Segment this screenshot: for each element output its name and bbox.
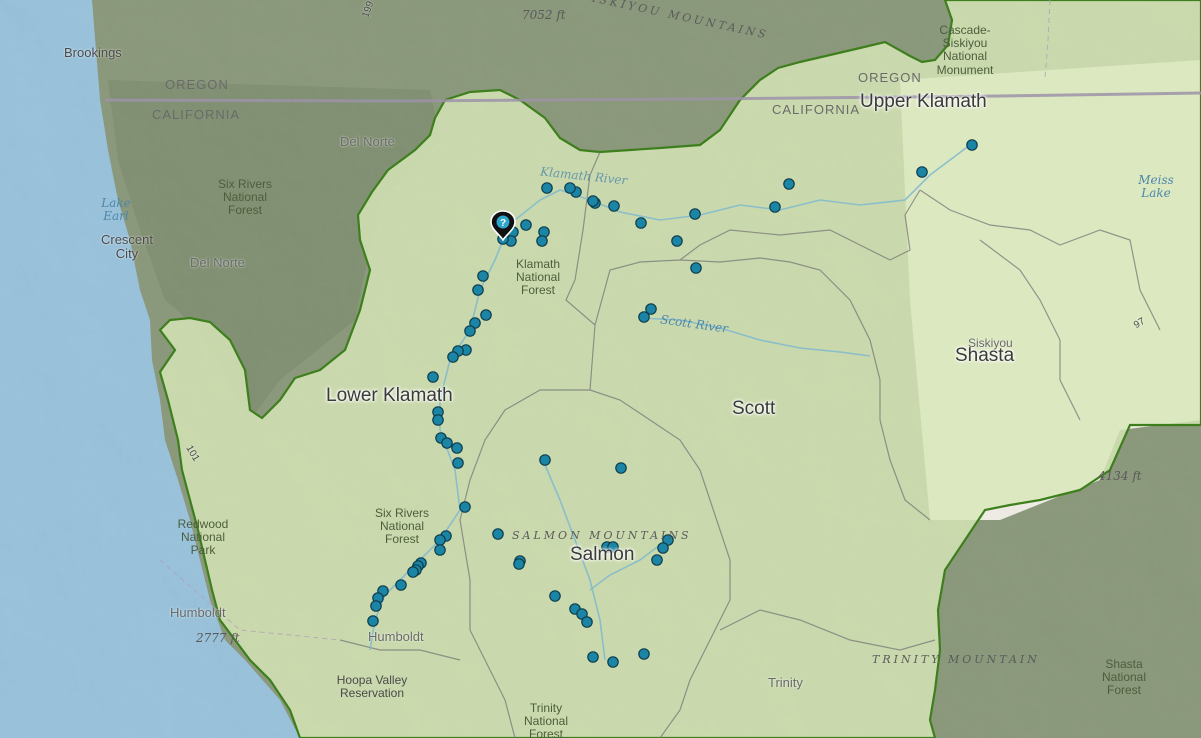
site-point-icon[interactable]	[395, 579, 407, 591]
site-point-icon[interactable]	[587, 651, 599, 663]
site-point-icon[interactable]	[472, 284, 484, 296]
site-point-icon[interactable]	[638, 648, 650, 660]
site-point-icon[interactable]	[657, 542, 669, 554]
site-point-icon[interactable]	[536, 235, 548, 247]
site-point-icon[interactable]	[635, 217, 647, 229]
site-point-icon[interactable]	[447, 351, 459, 363]
site-point-icon[interactable]	[783, 178, 795, 190]
site-point-icon[interactable]	[434, 544, 446, 556]
site-point-icon[interactable]	[651, 554, 663, 566]
site-point-icon[interactable]	[615, 462, 627, 474]
site-point-icon[interactable]	[432, 414, 444, 426]
site-point-icon[interactable]	[690, 262, 702, 274]
site-point-icon[interactable]	[671, 235, 683, 247]
site-point-icon[interactable]	[549, 590, 561, 602]
site-point-icon[interactable]	[607, 656, 619, 668]
site-point-icon[interactable]	[452, 457, 464, 469]
site-point-icon[interactable]	[564, 182, 576, 194]
site-point-icon[interactable]	[541, 182, 553, 194]
site-point-icon[interactable]	[407, 566, 419, 578]
site-point-icon[interactable]	[607, 541, 619, 553]
site-point-icon[interactable]	[477, 270, 489, 282]
site-point-icon[interactable]	[966, 139, 978, 151]
site-point-icon[interactable]	[769, 201, 781, 213]
site-point-icon[interactable]	[608, 200, 620, 212]
site-point-icon[interactable]	[441, 437, 453, 449]
site-point-icon[interactable]	[459, 501, 471, 513]
site-point-icon[interactable]	[520, 219, 532, 231]
map-canvas[interactable]: ? Upper Klamath Lower Klamath Scott Salm…	[0, 0, 1201, 738]
site-point-icon[interactable]	[916, 166, 928, 178]
site-point-icon[interactable]	[492, 528, 504, 540]
site-point-icon[interactable]	[513, 558, 525, 570]
site-point-icon[interactable]	[427, 371, 439, 383]
site-point-icon[interactable]	[367, 615, 379, 627]
svg-text:?: ?	[500, 218, 506, 229]
site-point-icon[interactable]	[581, 616, 593, 628]
site-point-icon[interactable]	[451, 442, 463, 454]
site-point-icon[interactable]	[638, 311, 650, 323]
site-point-icon[interactable]	[464, 325, 476, 337]
site-point-icon[interactable]	[539, 454, 551, 466]
site-point-icon[interactable]	[434, 534, 446, 546]
site-point-icon[interactable]	[587, 195, 599, 207]
site-point-icon[interactable]	[370, 600, 382, 612]
basemap: ?	[0, 0, 1201, 738]
site-point-icon[interactable]	[689, 208, 701, 220]
site-point-icon[interactable]	[480, 309, 492, 321]
